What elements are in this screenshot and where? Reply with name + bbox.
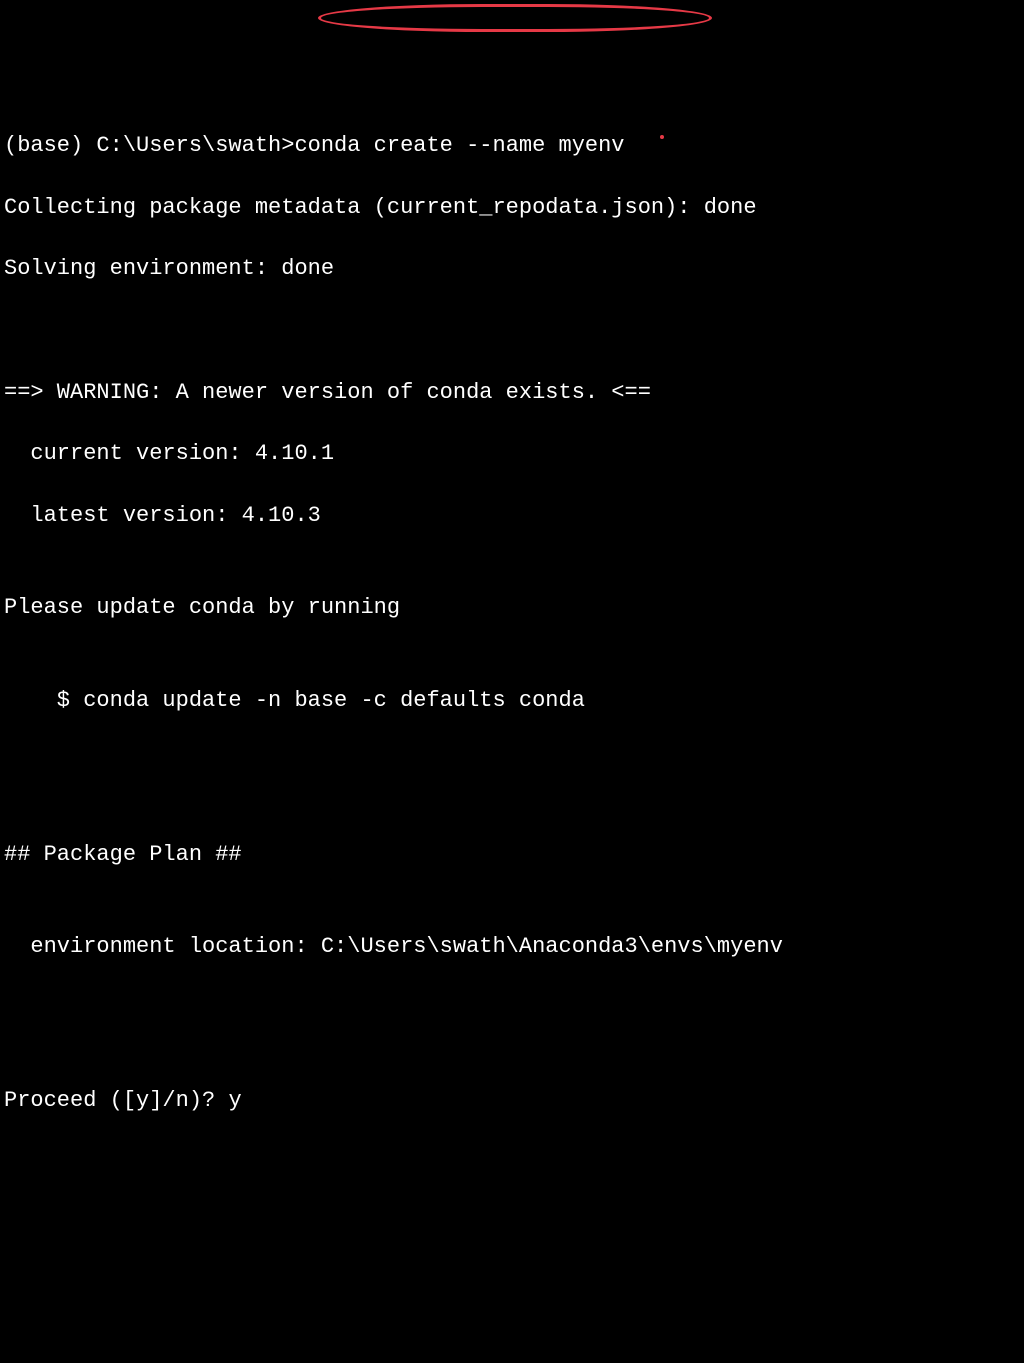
prompt-prefix: (base) C:\Users\swath> bbox=[4, 133, 294, 158]
annotation-circle-icon bbox=[318, 4, 712, 32]
please-update-line: Please update conda by running bbox=[4, 593, 1020, 624]
proceed-input[interactable]: y bbox=[228, 1088, 241, 1113]
env-location-line: environment location: C:\Users\swath\Ana… bbox=[4, 932, 1020, 963]
solving-line: Solving environment: done bbox=[4, 254, 1020, 285]
command-text: conda create --name myenv bbox=[294, 133, 624, 158]
update-command-line: $ conda update -n base -c defaults conda bbox=[4, 686, 1020, 717]
current-version-line: current version: 4.10.1 bbox=[4, 439, 1020, 470]
terminal-output: (base) C:\Users\swath>conda create --nam… bbox=[4, 131, 1020, 1117]
collecting-line: Collecting package metadata (current_rep… bbox=[4, 193, 1020, 224]
warning-header-line: ==> WARNING: A newer version of conda ex… bbox=[4, 378, 1020, 409]
latest-version-line: latest version: 4.10.3 bbox=[4, 501, 1020, 532]
proceed-prompt: Proceed ([y]/n)? bbox=[4, 1088, 228, 1113]
package-plan-line: ## Package Plan ## bbox=[4, 840, 1020, 871]
